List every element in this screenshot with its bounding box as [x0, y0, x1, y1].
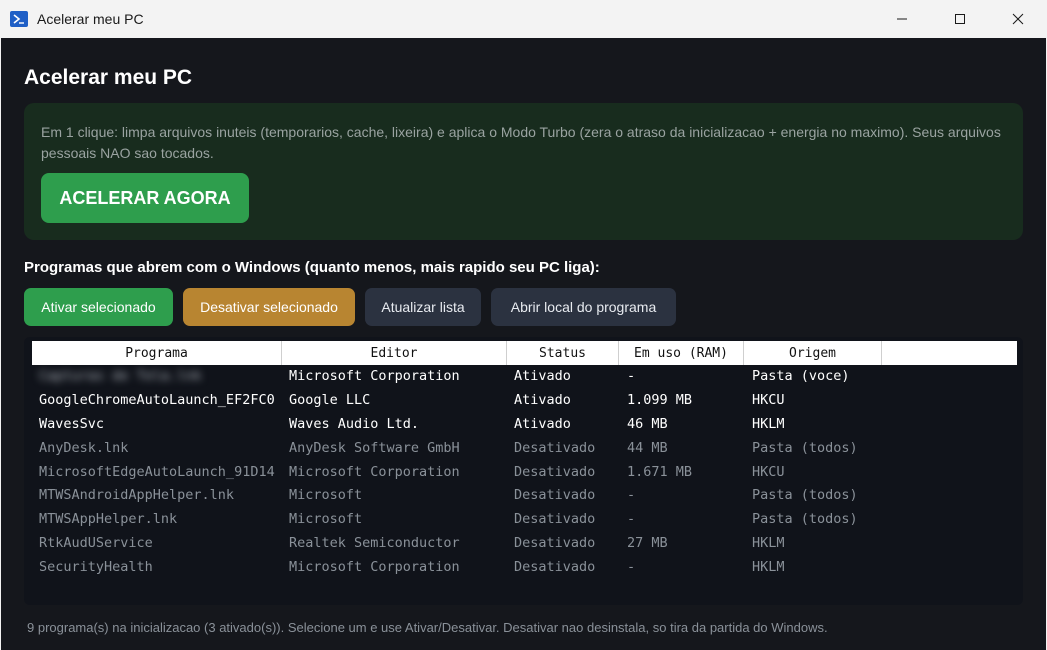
- cell-origin: Pasta (todos): [752, 511, 858, 528]
- open-program-location-button[interactable]: Abrir local do programa: [491, 288, 676, 326]
- cell-program: SecurityHealth: [39, 559, 153, 576]
- cell-ram: 44 MB: [627, 439, 668, 456]
- maximize-icon: [955, 14, 965, 24]
- cell-ram: 1.099 MB: [627, 391, 693, 408]
- cell-origin: Pasta (voce): [752, 368, 850, 384]
- cell-origin: Pasta (todos): [752, 439, 858, 456]
- speedup-now-button[interactable]: ACELERAR AGORA: [41, 173, 249, 223]
- title-bar: Acelerar meu PC: [0, 0, 1047, 38]
- powershell-app-icon: [10, 11, 28, 27]
- cell-program: Capturas de Tela.lnk: [39, 368, 202, 384]
- table-body: Capturas de Tela.lnk Microsoft Corporati…: [32, 365, 1017, 580]
- cell-status: Desativado: [514, 535, 596, 552]
- cell-status: Desativado: [514, 511, 596, 528]
- status-footer: 9 programa(s) na inicializacao (3 ativad…: [27, 620, 828, 635]
- cell-origin: HKCU: [752, 463, 785, 480]
- cell-publisher: Realtek Semiconductor: [289, 535, 460, 552]
- cell-program: RtkAudUService: [39, 535, 153, 552]
- column-header-program[interactable]: Programa: [32, 341, 282, 365]
- enable-selected-button[interactable]: Ativar selecionado: [24, 288, 173, 326]
- cell-ram: -: [627, 368, 636, 384]
- cell-status: Ativado: [514, 368, 571, 384]
- table-row[interactable]: AnyDesk.lnk AnyDesk Software GmbH Desati…: [32, 437, 1017, 461]
- cell-program: MTWSAndroidAppHelper.lnk: [39, 487, 235, 504]
- table-row[interactable]: RtkAudUService Realtek Semiconductor Des…: [32, 532, 1017, 556]
- table-row[interactable]: SecurityHealth Microsoft Corporation Des…: [32, 556, 1017, 580]
- table-row[interactable]: WavesSvc Waves Audio Ltd. Ativado 46 MB …: [32, 413, 1017, 437]
- cell-ram: -: [627, 487, 636, 504]
- startup-section-label: Programas que abrem com o Windows (quant…: [24, 259, 600, 276]
- column-header-publisher[interactable]: Editor: [282, 341, 507, 365]
- cell-status: Desativado: [514, 487, 596, 504]
- disable-selected-button[interactable]: Desativar selecionado: [183, 288, 355, 326]
- cell-origin: HKLM: [752, 559, 785, 576]
- cell-program: GoogleChromeAutoLaunch_EF2FC0: [39, 391, 275, 408]
- refresh-list-button[interactable]: Atualizar lista: [365, 288, 481, 326]
- cell-status: Desativado: [514, 439, 596, 456]
- cell-origin: Pasta (todos): [752, 487, 858, 504]
- minimize-icon: [897, 18, 907, 20]
- cell-ram: -: [627, 511, 636, 528]
- cell-origin: HKCU: [752, 391, 785, 408]
- maximize-button[interactable]: [931, 0, 989, 38]
- cell-publisher: Microsoft Corporation: [289, 559, 460, 576]
- cell-ram: -: [627, 559, 636, 576]
- cell-origin: HKLM: [752, 415, 785, 432]
- cell-ram: 1.671 MB: [627, 463, 693, 480]
- cell-program: WavesSvc: [39, 415, 105, 432]
- table-row[interactable]: MicrosoftEdgeAutoLaunch_91D14 Microsoft …: [32, 461, 1017, 485]
- page-title: Acelerar meu PC: [24, 66, 193, 89]
- table-header: Programa Editor Status Em uso (RAM) Orig…: [32, 341, 1017, 365]
- column-header-ram[interactable]: Em uso (RAM): [619, 341, 744, 365]
- column-header-status[interactable]: Status: [507, 341, 619, 365]
- cell-status: Ativado: [514, 415, 571, 432]
- cell-ram: 27 MB: [627, 535, 668, 552]
- cell-publisher: Microsoft: [289, 487, 363, 504]
- cell-status: Ativado: [514, 391, 571, 408]
- cell-status: Desativado: [514, 463, 596, 480]
- cell-ram: 46 MB: [627, 415, 668, 432]
- cell-status: Desativado: [514, 559, 596, 576]
- app-client-area: Acelerar meu PC Em 1 clique: limpa arqui…: [1, 38, 1046, 650]
- speedup-panel: Em 1 clique: limpa arquivos inuteis (tem…: [24, 103, 1023, 240]
- startup-programs-table[interactable]: Programa Editor Status Em uso (RAM) Orig…: [24, 337, 1023, 605]
- cell-publisher: Google LLC: [289, 391, 371, 408]
- cell-publisher: Microsoft Corporation: [289, 368, 460, 384]
- cell-publisher: Microsoft: [289, 511, 363, 528]
- table-row[interactable]: GoogleChromeAutoLaunch_EF2FC0 Google LLC…: [32, 389, 1017, 413]
- cell-publisher: Microsoft Corporation: [289, 463, 460, 480]
- cell-program: MicrosoftEdgeAutoLaunch_91D14: [39, 463, 275, 480]
- cell-origin: HKLM: [752, 535, 785, 552]
- table-row[interactable]: MTWSAndroidAppHelper.lnk Microsoft Desat…: [32, 484, 1017, 508]
- window-title: Acelerar meu PC: [37, 11, 144, 27]
- speedup-description: Em 1 clique: limpa arquivos inuteis (tem…: [41, 124, 1001, 161]
- column-header-origin[interactable]: Origem: [744, 341, 882, 365]
- cell-program: AnyDesk.lnk: [39, 439, 129, 456]
- table-row[interactable]: MTWSAppHelper.lnk Microsoft Desativado -…: [32, 508, 1017, 532]
- close-button[interactable]: [989, 0, 1047, 38]
- close-icon: [1012, 13, 1024, 25]
- minimize-button[interactable]: [873, 0, 931, 38]
- table-row[interactable]: Capturas de Tela.lnk Microsoft Corporati…: [32, 365, 1017, 389]
- cell-program: MTWSAppHelper.lnk: [39, 511, 178, 528]
- cell-publisher: AnyDesk Software GmbH: [289, 439, 460, 456]
- cell-publisher: Waves Audio Ltd.: [289, 415, 420, 432]
